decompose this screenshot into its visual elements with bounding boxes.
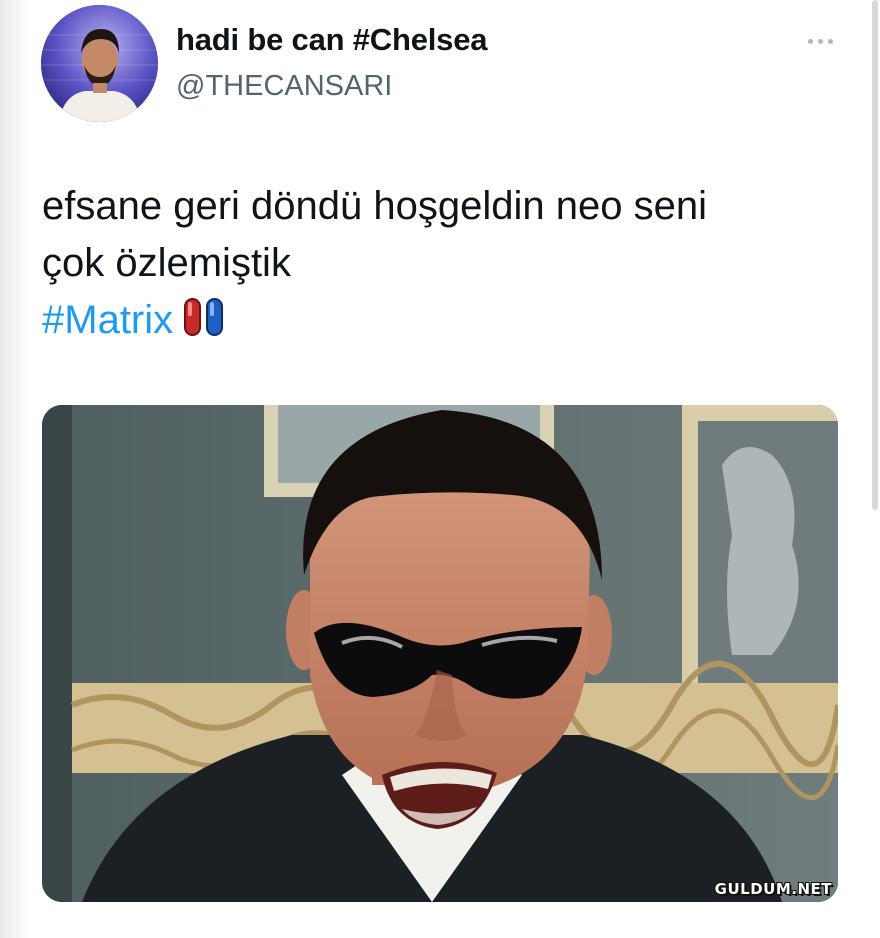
more-options-icon[interactable] [800, 28, 840, 54]
tweet-text: efsane geri döndü hoşgeldin neo seni çok… [42, 178, 842, 353]
dot [807, 38, 813, 44]
hashtag-line: #Matrix [42, 292, 842, 353]
pill-icon [183, 296, 225, 353]
tweet-media-image[interactable]: GULDUM.NET [42, 405, 838, 902]
tweet-text-line: çok özlemiştik [42, 241, 291, 285]
display-name[interactable]: hadi be can #Chelsea [176, 22, 488, 58]
scrollbar[interactable] [872, 0, 878, 510]
user-handle[interactable]: @THECANSARI [176, 70, 392, 103]
avatar[interactable] [41, 5, 158, 122]
dot [817, 38, 823, 44]
left-edge-shade [0, 0, 30, 938]
tweet-text-line: efsane geri döndü hoşgeldin neo seni [42, 184, 707, 228]
watermark: GULDUM.NET [714, 880, 832, 898]
dot [827, 38, 833, 44]
hashtag-link[interactable]: #Matrix [42, 298, 173, 342]
